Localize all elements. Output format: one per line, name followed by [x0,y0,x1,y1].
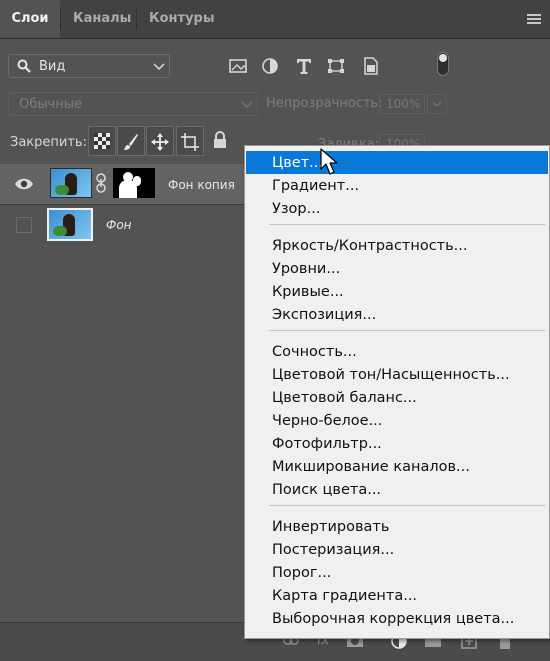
menu-item[interactable]: Градиент... [272,178,359,194]
chain-link-icon[interactable] [95,173,107,193]
checkerboard-icon [94,133,110,149]
chevron-down-icon [153,63,165,71]
filter-type-layers-icon[interactable] [293,54,315,78]
opacity-dropdown-button[interactable] [427,94,447,114]
layer-mask-thumbnail[interactable] [113,168,155,198]
menu-separator [269,505,545,506]
menu-item[interactable]: Фотофильтр... [272,436,382,452]
opacity-label: Непрозрачность: [266,96,383,111]
layer-thumbnail [50,168,92,198]
menu-item[interactable]: Уровни... [272,261,340,277]
filter-toggle-switch[interactable] [437,52,449,76]
layer-filter-value: Вид [39,59,66,74]
menu-separator [269,330,545,331]
menu-item[interactable]: Постеризация... [272,542,394,558]
visibility-toggle-empty[interactable] [16,217,32,233]
lock-image-pixels-button[interactable] [117,126,145,156]
layer-name[interactable]: Фон копия [168,178,235,192]
chevron-down-icon [241,101,253,109]
brush-icon [124,134,138,150]
move-arrows-icon [151,133,169,151]
lock-position-button[interactable] [146,126,174,156]
menu-item[interactable]: Цветовой тон/Насыщенность... [272,367,510,383]
menu-separator [269,224,545,225]
lock-all-icon[interactable] [213,131,227,149]
menu-item[interactable]: Экспозиция... [272,307,376,323]
menu-item[interactable]: Черно-белое... [272,413,382,429]
filter-smart-objects-icon[interactable] [359,54,381,78]
search-icon [17,59,31,73]
menu-item[interactable]: Микширование каналов... [272,459,470,475]
blend-mode-value: Обычные [19,97,82,112]
layer-thumbnail-selected [47,208,93,241]
blend-mode-select[interactable]: Обычные [8,92,258,116]
menu-item[interactable]: Выборочная коррекция цвета... [272,611,514,627]
chevron-down-icon [432,101,442,108]
menu-item[interactable]: Кривые... [272,284,344,300]
filter-pixel-layers-icon[interactable] [227,54,249,78]
tab-channels[interactable]: Каналы [61,0,143,38]
lock-transparent-pixels-button[interactable] [88,126,116,156]
menu-item[interactable]: Сочность... [272,344,357,360]
adjustment-layer-context-menu: Цвет... Градиент... Узор... Яркость/Контрас… [244,145,550,639]
mouse-cursor-icon [320,148,338,175]
menu-item[interactable]: Яркость/Контрастность... [272,238,468,254]
eye-visibility-icon[interactable] [14,177,34,191]
filter-shape-layers-icon[interactable] [325,54,347,78]
filter-adjustment-layers-icon[interactable] [259,54,281,78]
menu-item[interactable]: Цветовой баланс... [272,390,417,406]
artboard-icon [181,133,199,151]
panel-menu-icon[interactable] [527,14,541,24]
menu-item[interactable]: Инвертировать [272,519,389,535]
menu-item[interactable]: Порог... [272,565,331,581]
opacity-field[interactable]: 100% [379,94,425,114]
tab-layers[interactable]: Слои [0,0,60,38]
lock-artboard-button[interactable] [176,126,204,156]
menu-item[interactable]: Цвет... [272,155,323,171]
layer-filter-select[interactable]: Вид [8,54,170,78]
menu-item[interactable]: Карта градиента... [272,588,417,604]
lock-label: Закрепить: [10,135,87,150]
menu-item[interactable]: Узор... [272,201,320,217]
menu-item[interactable]: Поиск цвета... [272,482,381,498]
tab-paths[interactable]: Контуры [137,0,227,38]
layer-name[interactable]: Фон [106,218,132,232]
